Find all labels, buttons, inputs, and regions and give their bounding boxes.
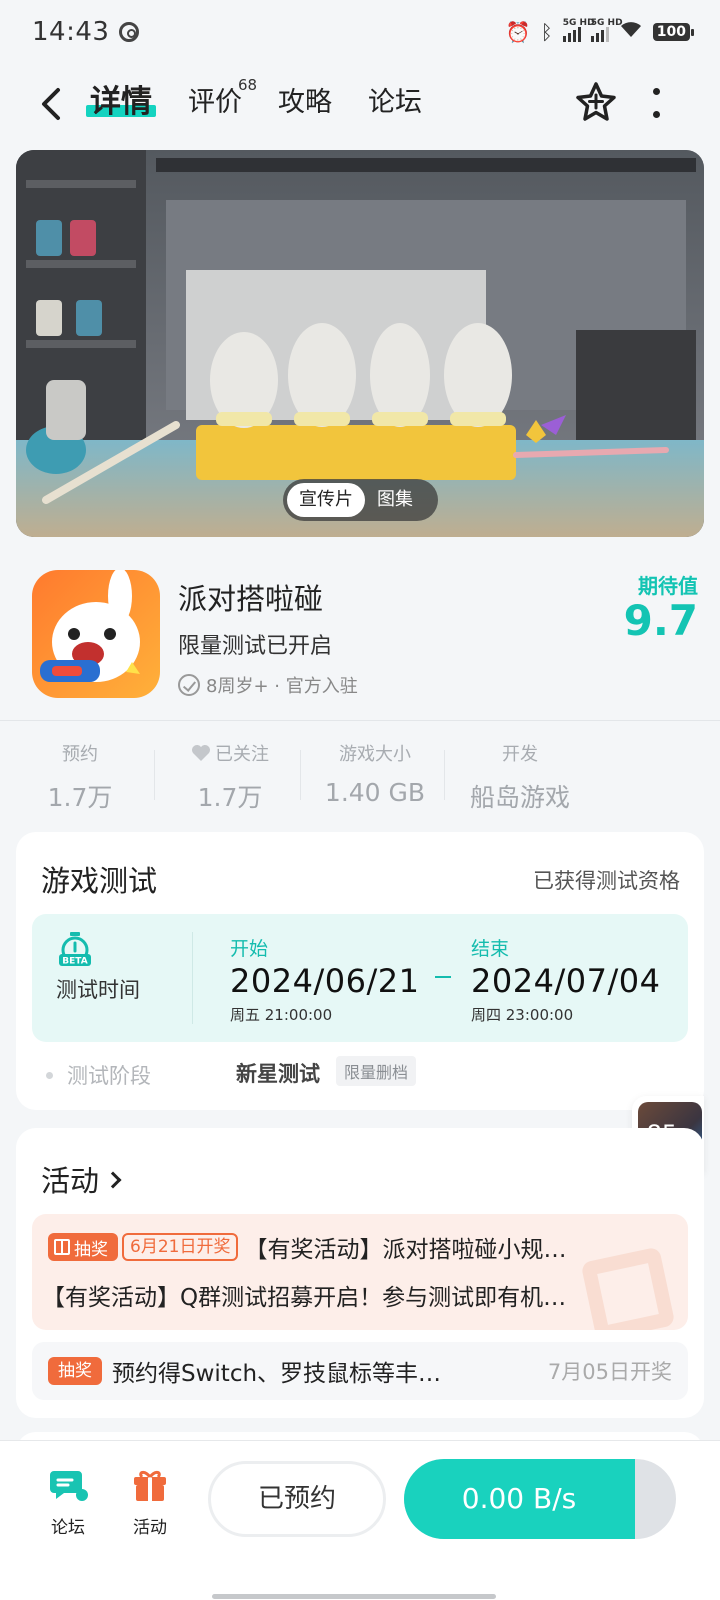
tab-reviews[interactable]: 评价 xyxy=(188,80,242,119)
featured-activity[interactable]: 抽奖 6月21日开奖 【有奖活动】派对搭啦碰小规… 【有奖活动】Q群测试招募开启… xyxy=(32,1214,688,1330)
activity-card: 活动 抽奖 6月21日开奖 【有奖活动】派对搭啦碰小规… 【有奖活动】Q群测试招… xyxy=(16,1128,704,1418)
gift-icon xyxy=(134,1470,166,1501)
heart-icon xyxy=(192,745,210,761)
stat-reservations: 预约 1.7万 xyxy=(47,744,113,812)
verified-check-icon xyxy=(178,674,200,696)
more-options-icon[interactable] xyxy=(650,88,662,118)
activity-headline: 【有奖活动】派对搭啦碰小规… xyxy=(244,1237,567,1263)
status-time: 14:43 xyxy=(32,17,110,47)
forum-button[interactable]: 论坛 xyxy=(38,1465,98,1538)
bluetooth-icon: ᛒ xyxy=(540,20,553,44)
draw-date-tag: 6月21日开奖 xyxy=(122,1233,239,1261)
end-label: 结束 xyxy=(471,938,510,960)
end-time: 周四 23:00:00 xyxy=(471,1006,574,1024)
lottery-badge: 抽奖 xyxy=(48,1233,118,1261)
tab-guides[interactable]: 攻略 xyxy=(278,80,332,119)
activity-line-2: 【有奖活动】Q群测试招募开启！参与测试即有机… xyxy=(42,1285,567,1311)
tab-forum[interactable]: 论坛 xyxy=(368,80,422,119)
gift-icon xyxy=(54,1239,70,1255)
stage-value: 新星测试 xyxy=(236,1062,320,1086)
start-label: 开始 xyxy=(230,938,269,960)
stat-divider xyxy=(300,750,301,800)
activity-open-date: 7月05日开奖 xyxy=(547,1360,672,1384)
tab-trailer[interactable]: 宣传片 xyxy=(287,483,365,517)
game-meta: 8周岁+ · 官方入驻 xyxy=(178,672,358,698)
notification-icon xyxy=(119,22,140,42)
battery-icon: 100 xyxy=(652,23,695,41)
test-card-title: 游戏测试 xyxy=(41,864,158,898)
stat-developer[interactable]: 开发 船岛游戏 xyxy=(460,740,580,814)
test-qualification: 已获得测试资格 xyxy=(533,869,680,893)
date-range-dash xyxy=(435,976,451,978)
divider xyxy=(0,720,720,721)
status-bar: 14:43 ⏰ ᛒ 5G HD 5G HD 100 xyxy=(0,0,720,64)
stat-game-size: 游戏大小 1.40 GB xyxy=(324,744,426,807)
signal-2-icon: 5G HD xyxy=(590,18,623,42)
top-nav: 详情 评价 攻略 论坛 xyxy=(0,72,720,136)
tab-details[interactable]: 详情 xyxy=(86,76,156,121)
end-date: 2024/07/04 xyxy=(471,962,661,1000)
favorite-star-icon[interactable] xyxy=(574,80,618,124)
test-time-label: 测试时间 xyxy=(56,978,140,1002)
media-toggle: 宣传片 图集 xyxy=(283,479,438,521)
back-icon[interactable] xyxy=(34,86,70,122)
svg-text:BETA: BETA xyxy=(62,957,87,967)
game-name: 派对搭啦碰 xyxy=(178,582,324,616)
forum-chat-icon xyxy=(50,1471,88,1501)
activity-button[interactable]: 活动 xyxy=(120,1465,180,1538)
activity-title-link[interactable]: 活动 xyxy=(41,1158,122,1200)
chevron-right-icon xyxy=(104,1171,122,1189)
stage-tag: 限量删档 xyxy=(336,1056,417,1086)
activity-item-text: 预约得Switch、罗技鼠标等丰… xyxy=(112,1361,442,1387)
download-speed: 0.00 B/s xyxy=(461,1482,577,1515)
activity-item[interactable]: 抽奖 预约得Switch、罗技鼠标等丰… 7月05日开奖 xyxy=(32,1342,688,1400)
review-count-badge: 68 xyxy=(238,76,258,94)
stat-divider xyxy=(154,750,155,800)
start-date: 2024/06/21 xyxy=(230,962,420,1000)
start-time: 周五 21:00:00 xyxy=(230,1006,333,1024)
download-button[interactable]: 0.00 B/s xyxy=(404,1459,676,1539)
gift-watermark-icon xyxy=(580,1246,676,1330)
test-time-panel: BETA 测试时间 开始 2024/06/21 周五 21:00:00 结束 2… xyxy=(32,914,688,1042)
alarm-icon: ⏰ xyxy=(505,20,531,44)
lottery-badge: 抽奖 xyxy=(48,1357,102,1385)
status-icons: ⏰ ᛒ 5G HD 5G HD 100 xyxy=(505,18,695,44)
expectation-score: 9.7 xyxy=(623,596,698,645)
home-indicator xyxy=(212,1594,496,1599)
game-test-card: 游戏测试 已获得测试资格 BETA 测试时间 开始 2024/06/21 周五 … xyxy=(16,832,704,1110)
bullet-dot xyxy=(46,1071,53,1079)
test-stage-row: 测试阶段 新星测试 限量删档 xyxy=(46,1056,417,1090)
signal-1-icon: 5G HD xyxy=(562,18,595,42)
expectation-label: 期待值 xyxy=(638,574,698,598)
bottom-action-bar: 论坛 活动 已预约 0.00 B/s xyxy=(0,1440,720,1600)
panel-divider xyxy=(192,932,193,1024)
tab-gallery[interactable]: 图集 xyxy=(365,483,425,517)
stat-divider xyxy=(444,750,445,800)
stage-label: 测试阶段 xyxy=(67,1064,151,1088)
game-status: 限量测试已开启 xyxy=(178,634,333,659)
game-icon xyxy=(32,570,160,698)
reserved-button[interactable]: 已预约 xyxy=(208,1461,386,1537)
stat-followers[interactable]: 已关注 1.7万 xyxy=(180,740,280,814)
beta-timer-icon: BETA xyxy=(59,932,91,967)
